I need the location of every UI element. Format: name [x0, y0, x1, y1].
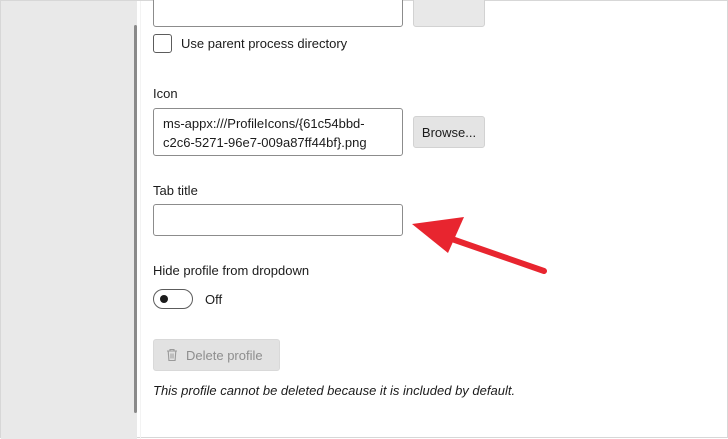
annotation-arrow	[412, 217, 547, 274]
